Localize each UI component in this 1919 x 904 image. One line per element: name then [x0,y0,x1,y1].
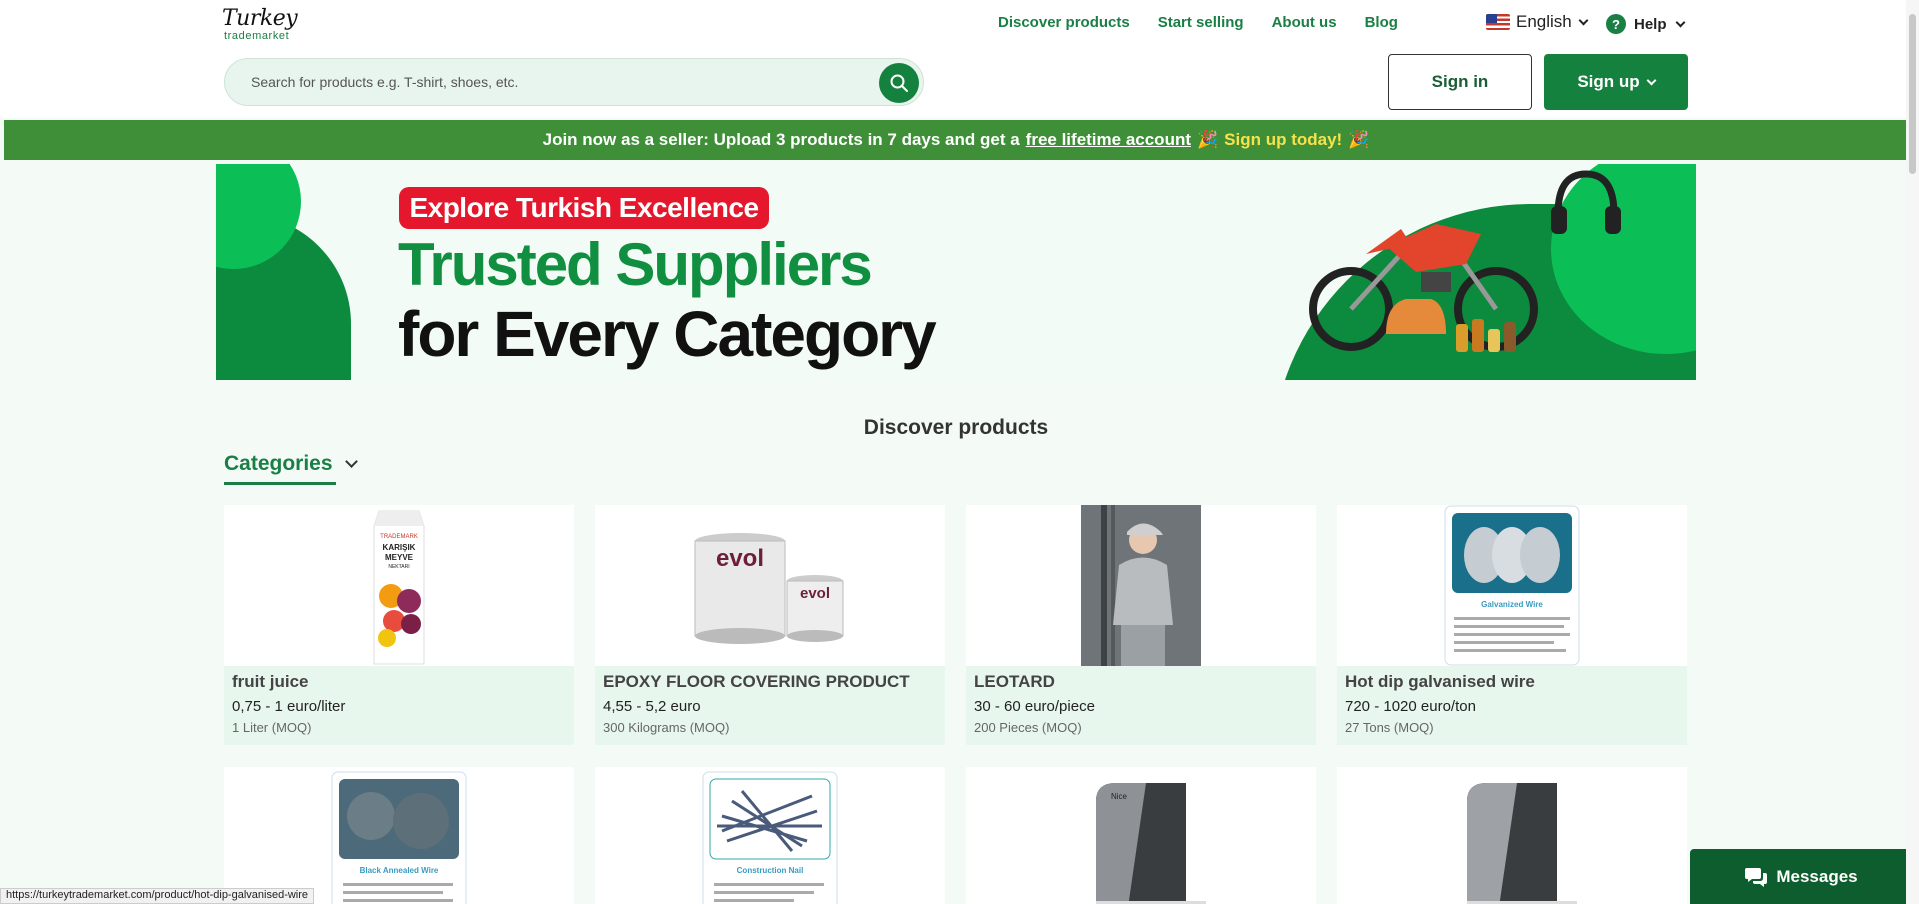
product-card[interactable]: evol evol EPOXY FLOOR COVERING PRODUCT 4… [595,505,945,745]
search-button[interactable] [879,63,919,103]
section-title: Discover products [863,416,1049,439]
announcement-bar[interactable]: Join now as a seller: Upload 3 products … [4,120,1908,160]
nav-blog[interactable]: Blog [1365,14,1398,31]
product-moq: 300 Kilograms (MOQ) [603,720,730,735]
nav-start-selling[interactable]: Start selling [1158,14,1244,31]
gate-motor-image [1467,783,1577,904]
product-image [966,505,1316,666]
top-navigation: Discover products Start selling About us… [998,14,1398,31]
site-header: Turkey trademarket Discover products Sta… [0,0,1906,118]
leotard-photo [1081,505,1201,666]
chevron-down-icon [1578,15,1589,25]
party-icon: 🎉 [1348,130,1370,149]
product-card[interactable]: Construction Nail [595,767,945,904]
product-image: TRADEMARK KARIŞIK MEYVE NEKTARI [224,505,574,666]
product-info: fruit juice 0,75 - 1 euro/liter 1 Liter … [224,666,574,745]
product-card[interactable]: TRADEMARK KARIŞIK MEYVE NEKTARI fruit ju… [224,505,574,745]
product-price: 4,55 - 5,2 euro [603,698,701,715]
product-info: LEOTARD 30 - 60 euro/piece 200 Pieces (M… [966,666,1316,745]
product-image: evol evol [595,505,945,666]
paint-brand-small: evol [800,585,830,602]
party-icon: 🎉 [1197,130,1219,149]
galvanized-wire-image: Galvanized Wire [1444,505,1580,666]
signup-label: Sign up [1577,72,1640,91]
motor-brand: Nice [1111,792,1128,801]
product-price: 720 - 1020 euro/ton [1345,698,1476,715]
banner-subheadline: for Every Category [398,298,937,370]
juice-label-line1: KARIŞIK [383,543,416,552]
product-card[interactable]: LEOTARD 30 - 60 euro/piece 200 Pieces (M… [966,505,1316,745]
language-selector[interactable]: English [1486,12,1589,32]
logo-subtitle: trademarket [224,30,290,42]
construction-nail-image: Construction Nail [702,771,838,904]
categories-underline [224,482,336,485]
page-scrollbar[interactable] [1906,0,1919,904]
help-label: Help [1634,15,1667,33]
chevron-down-icon [344,455,358,468]
search-icon [890,74,908,92]
product-card[interactable] [1337,767,1687,904]
us-flag-icon [1486,14,1510,30]
paint-brand: evol [716,545,764,572]
product-name[interactable]: EPOXY FLOOR COVERING PRODUCT [603,672,937,692]
messages-button[interactable]: Messages [1690,849,1912,904]
signup-button[interactable]: Sign up [1544,54,1688,110]
product-name[interactable]: Hot dip galvanised wire [1345,672,1679,692]
product-moq: 27 Tons (MOQ) [1345,720,1434,735]
juice-label-line2: MEYVE [385,553,414,562]
juice-label-line3: NEKTARI [388,564,409,570]
announcement-cta[interactable]: Sign up today! [1224,130,1342,150]
help-menu[interactable]: ? Help [1606,14,1685,34]
headphones-image [1551,170,1621,234]
signin-button[interactable]: Sign in [1388,54,1532,110]
categories-label: Categories [224,452,333,475]
banner-headline: Trusted Suppliers [398,231,873,298]
product-card[interactable]: Black Annealed Wire [224,767,574,904]
product-name[interactable]: LEOTARD [974,672,1308,692]
juice-brand: TRADEMARK [380,534,418,540]
logo-wordmark: Turkey [222,6,298,31]
language-label: English [1516,12,1572,31]
chevron-down-icon [1646,75,1657,85]
product-price: 30 - 60 euro/piece [974,698,1095,715]
nail-card-title: Construction Nail [737,866,804,875]
site-logo[interactable]: Turkey trademarket [222,8,302,44]
nav-about-us[interactable]: About us [1272,14,1337,31]
nav-discover-products[interactable]: Discover products [998,14,1130,31]
hero-banner[interactable]: Explore Turkish Excellence Trusted Suppl… [216,164,1696,380]
product-name[interactable]: fruit juice [232,672,566,692]
black-annealed-wire-image: Black Annealed Wire [331,771,467,904]
paint-cans-image: evol evol [694,532,844,644]
scrollbar-thumb[interactable] [1909,14,1916,174]
product-card[interactable]: Galvanized Wire Hot dip galvanised wire … [1337,505,1687,745]
product-moq: 1 Liter (MOQ) [232,720,312,735]
motorcycle-image [1309,224,1538,352]
announcement-text: Join now as a seller: Upload 3 products … [542,130,1020,149]
product-image: Galvanized Wire [1337,505,1687,666]
annealed-card-title: Black Annealed Wire [360,866,439,875]
announcement-link[interactable]: free lifetime account [1026,130,1191,150]
search-bar [224,58,924,106]
chat-icon [1745,867,1768,887]
juice-carton-image: TRADEMARK KARIŞIK MEYVE NEKTARI [373,510,425,664]
categories-toggle[interactable]: Categories [224,452,358,485]
banner-badge: Explore Turkish Excellence [399,187,769,229]
messages-label: Messages [1776,866,1858,886]
question-icon: ? [1606,14,1626,34]
product-price: 0,75 - 1 euro/liter [232,698,346,715]
gate-motor-image: Nice [1096,783,1206,904]
chevron-down-icon [1675,17,1685,27]
product-moq: 200 Pieces (MOQ) [974,720,1082,735]
wire-card-title: Galvanized Wire [1481,600,1543,609]
search-input[interactable] [251,74,851,90]
status-bar-url: https://turkeytrademarket.com/product/ho… [0,888,315,904]
product-info: EPOXY FLOOR COVERING PRODUCT 4,55 - 5,2 … [595,666,945,745]
product-card[interactable]: Nice [966,767,1316,904]
product-info: Hot dip galvanised wire 720 - 1020 euro/… [1337,666,1687,745]
